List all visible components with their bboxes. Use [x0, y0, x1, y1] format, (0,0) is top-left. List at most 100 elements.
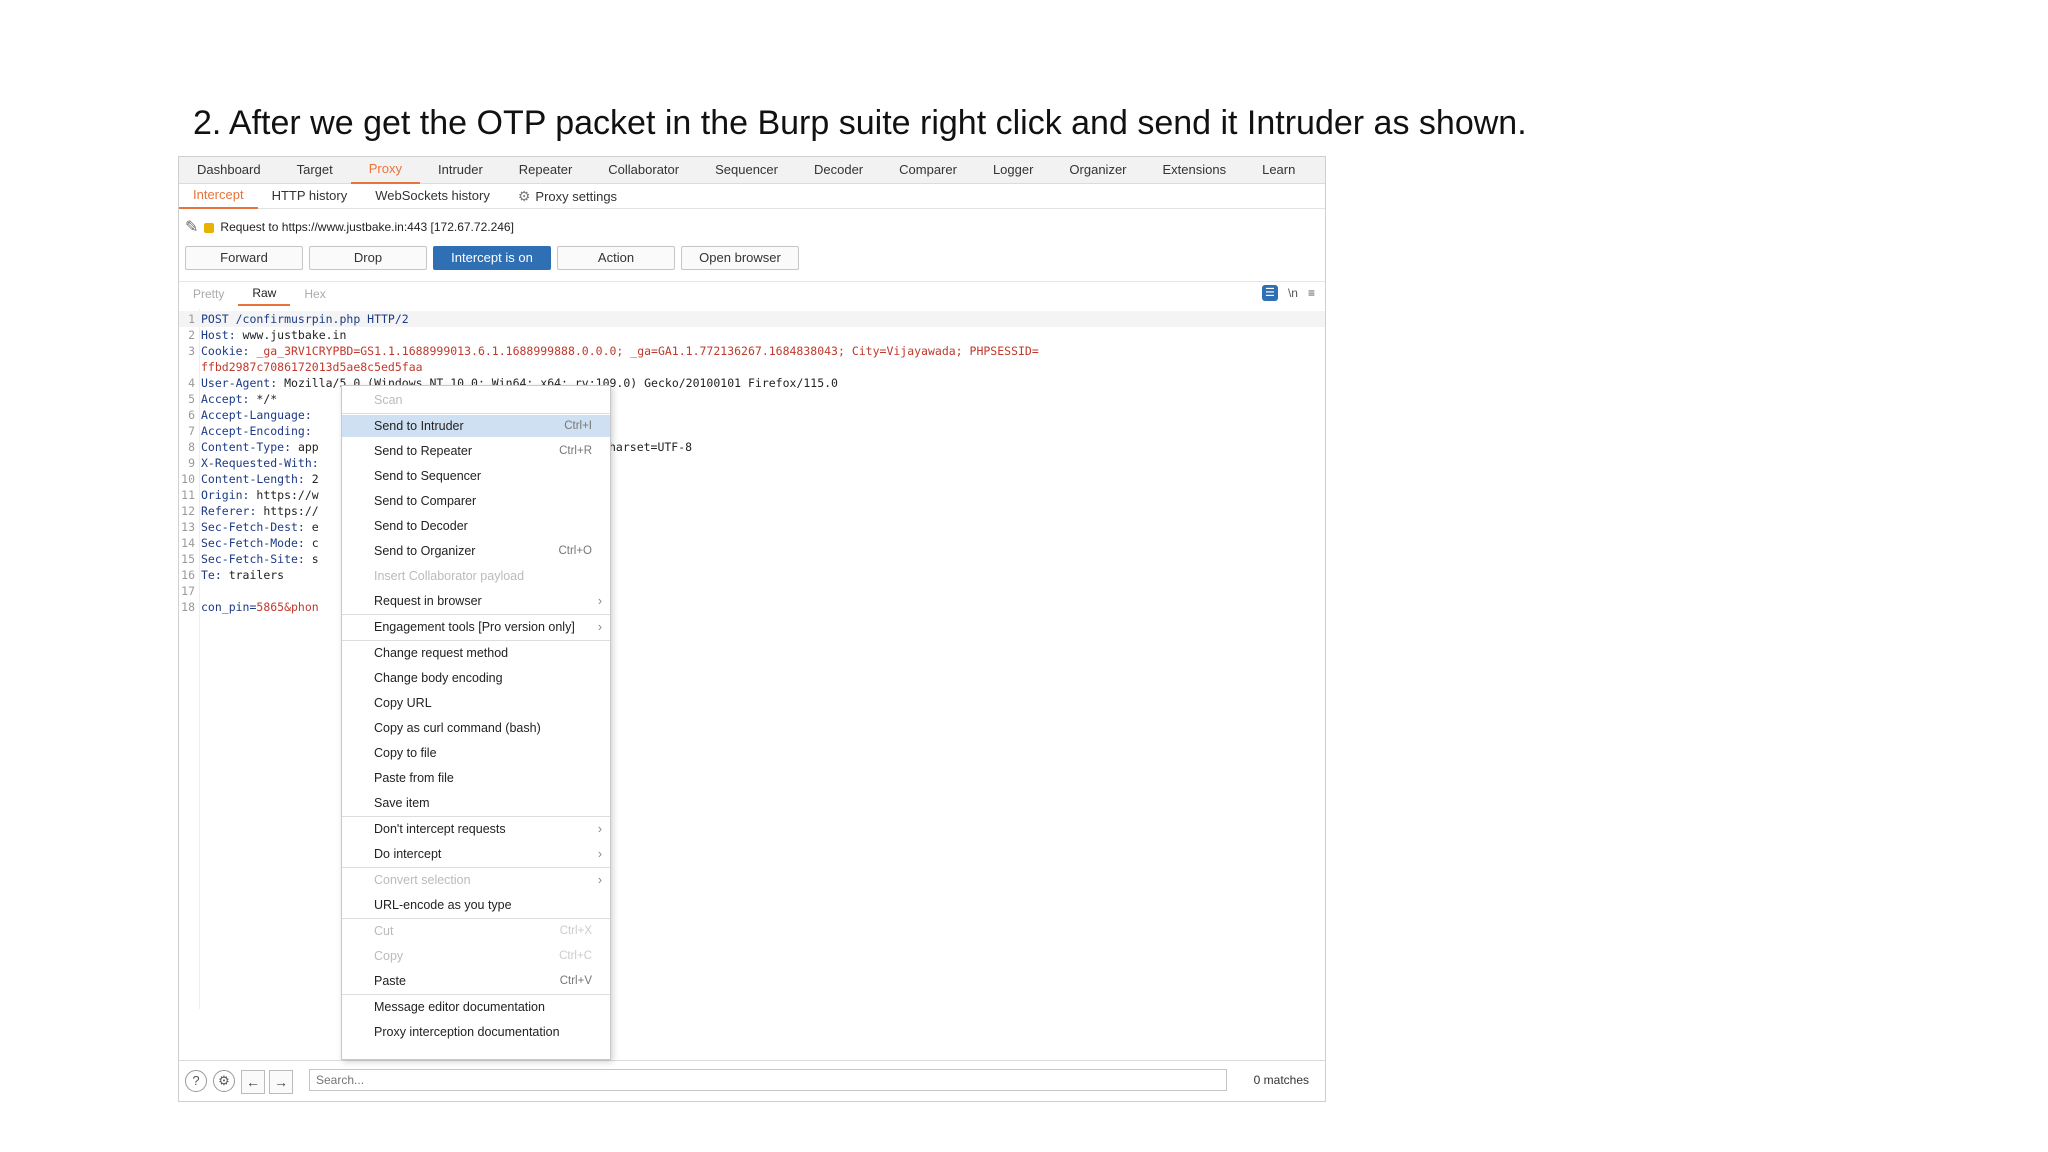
tab-proxy[interactable]: Proxy [350, 156, 420, 184]
menu-item-dont-intercept[interactable]: Don't intercept requests › [342, 818, 610, 840]
code-line: 12 Referer: https:// [181, 504, 319, 518]
menu-item-do-intercept[interactable]: Do intercept › [342, 843, 610, 865]
code-line-tail: harset=UTF-8 [609, 440, 693, 454]
menu-separator [342, 867, 610, 868]
menu-item-message-editor-docs[interactable]: Message editor documentation [342, 996, 610, 1018]
tab-learn[interactable]: Learn [1244, 157, 1313, 183]
tab-logger[interactable]: Logger [975, 157, 1051, 183]
menu-separator [342, 413, 610, 414]
gear-icon: ⚙ [517, 187, 531, 204]
menu-separator [342, 816, 610, 817]
menu-separator [342, 614, 610, 615]
menu-item-change-request-method[interactable]: Change request method [342, 642, 610, 664]
menu-item-send-to-decoder[interactable]: Send to Decoder [342, 515, 610, 537]
chevron-right-icon: › [597, 620, 602, 634]
code-line: 5 Accept: */* [188, 392, 278, 406]
open-browser-button[interactable]: Open browser [681, 246, 799, 270]
code-line: 2 Host: www.justbake.in [188, 328, 347, 342]
tab-dashboard[interactable]: Dashboard [179, 157, 279, 183]
chevron-right-icon: › [597, 847, 602, 861]
proxy-settings-button[interactable]: ⚙ Proxy settings [504, 184, 631, 209]
code-line: 1 POST /confirmusrpin.php HTTP/2 [179, 311, 1325, 327]
pencil-icon[interactable]: ✎ [185, 217, 198, 237]
search-input[interactable] [309, 1069, 1227, 1091]
menu-item-copy[interactable]: Copy Ctrl+C [342, 945, 610, 967]
request-info: ✎ Request to https://www.justbake.in:443… [185, 217, 514, 237]
menu-item-scan[interactable]: Scan [342, 389, 610, 411]
tab-decoder[interactable]: Decoder [796, 157, 881, 183]
chevron-right-icon: › [597, 594, 602, 608]
tab-websockets-history[interactable]: WebSockets history [361, 184, 504, 208]
request-url: Request to https://www.justbake.in:443 [… [220, 220, 514, 234]
menu-item-save-item[interactable]: Save item [342, 792, 610, 814]
tab-target[interactable]: Target [279, 157, 351, 183]
menu-item-send-to-organizer[interactable]: Send to Organizer Ctrl+O [342, 540, 610, 562]
caption: 2. After we get the OTP packet in the Bu… [193, 104, 1527, 142]
menu-item-send-to-intruder[interactable]: Send to Intruder Ctrl+I [342, 415, 610, 437]
tab-extensions[interactable]: Extensions [1145, 157, 1245, 183]
tab-comparer[interactable]: Comparer [881, 157, 975, 183]
code-line: 17 [181, 584, 195, 598]
code-line: 8 Content-Type: app [188, 440, 319, 454]
tab-intruder[interactable]: Intruder [420, 157, 501, 183]
code-line: 18 con_pin=5865&phon [181, 600, 319, 614]
tab-raw[interactable]: Raw [238, 282, 291, 306]
lock-icon [204, 223, 215, 233]
wrap-icon[interactable]: ☰ [1261, 285, 1278, 301]
code-line: 16 Te: trailers [181, 568, 285, 582]
code-line: 15 Sec-Fetch-Site: s [181, 552, 319, 566]
menu-icon[interactable]: ≡ [1308, 286, 1315, 300]
menu-item-proxy-interception-docs[interactable]: Proxy interception documentation [342, 1021, 610, 1043]
code-line: 11 Origin: https://w [181, 488, 319, 502]
code-line: 9 X-Requested-With: [188, 456, 319, 470]
forward-arrow-icon[interactable]: → [269, 1070, 293, 1094]
code-line: 3 Cookie: _ga_3RV1CRYPBD=GS1.1.1688999013… [188, 344, 1039, 358]
menu-item-insert-collaborator[interactable]: Insert Collaborator payload [342, 565, 610, 587]
tab-pretty[interactable]: Pretty [179, 283, 238, 305]
code-line: 14 Sec-Fetch-Mode: c [181, 536, 319, 550]
menu-item-convert-selection[interactable]: Convert selection › [342, 869, 610, 891]
tab-repeater[interactable]: Repeater [501, 157, 590, 183]
tab-organizer[interactable]: Organizer [1051, 157, 1144, 183]
newline-icon[interactable]: \n [1288, 286, 1298, 300]
intercept-toggle-button[interactable]: Intercept is on [433, 246, 551, 270]
search-bar: ? ⚙ ← → 0 matches [179, 1060, 1325, 1101]
match-count: 0 matches [1253, 1073, 1309, 1087]
menu-item-engagement-tools[interactable]: Engagement tools [Pro version only] › [342, 616, 610, 638]
menu-separator [342, 918, 610, 919]
menu-item-send-to-comparer[interactable]: Send to Comparer [342, 490, 610, 512]
menu-separator [342, 994, 610, 995]
tab-sequencer[interactable]: Sequencer [697, 157, 796, 183]
menu-item-request-in-browser[interactable]: Request in browser › [342, 590, 610, 612]
code-line: 6 Accept-Language: [188, 408, 312, 422]
sub-nav: Intercept HTTP history WebSockets histor… [179, 184, 1325, 209]
menu-item-paste[interactable]: Paste Ctrl+V [342, 970, 610, 992]
menu-item-cut[interactable]: Cut Ctrl+X [342, 920, 610, 942]
action-button[interactable]: Action [557, 246, 675, 270]
code-line: 10 Content-Length: 2 [181, 472, 319, 486]
code-line: 7 Accept-Encoding: [188, 424, 312, 438]
drop-button[interactable]: Drop [309, 246, 427, 270]
menu-separator [342, 640, 610, 641]
tab-hex[interactable]: Hex [290, 283, 339, 305]
menu-item-change-body-encoding[interactable]: Change body encoding [342, 667, 610, 689]
code-line: 13 Sec-Fetch-Dest: e [181, 520, 319, 534]
menu-item-copy-url[interactable]: Copy URL [342, 692, 610, 714]
menu-item-send-to-repeater[interactable]: Send to Repeater Ctrl+R [342, 440, 610, 462]
menu-item-paste-from-file[interactable]: Paste from file [342, 767, 610, 789]
tab-http-history[interactable]: HTTP history [258, 184, 362, 208]
top-nav: Dashboard Target Proxy Intruder Repeater… [179, 157, 1325, 184]
menu-item-send-to-sequencer[interactable]: Send to Sequencer [342, 465, 610, 487]
back-arrow-icon[interactable]: ← [241, 1070, 265, 1094]
menu-item-copy-as-curl[interactable]: Copy as curl command (bash) [342, 717, 610, 739]
menu-item-url-encode[interactable]: URL-encode as you type [342, 894, 610, 916]
forward-button[interactable]: Forward [185, 246, 303, 270]
help-icon[interactable]: ? [185, 1070, 207, 1092]
menu-item-copy-to-file[interactable]: Copy to file [342, 742, 610, 764]
settings-icon[interactable]: ⚙ [213, 1070, 235, 1092]
proxy-settings-label: Proxy settings [535, 188, 618, 204]
button-row: Forward Drop Intercept is on Action Open… [185, 246, 799, 270]
view-tabs: Pretty Raw Hex ☰ \n ≡ [179, 281, 1325, 306]
tab-intercept[interactable]: Intercept [179, 183, 258, 209]
tab-collaborator[interactable]: Collaborator [590, 157, 697, 183]
